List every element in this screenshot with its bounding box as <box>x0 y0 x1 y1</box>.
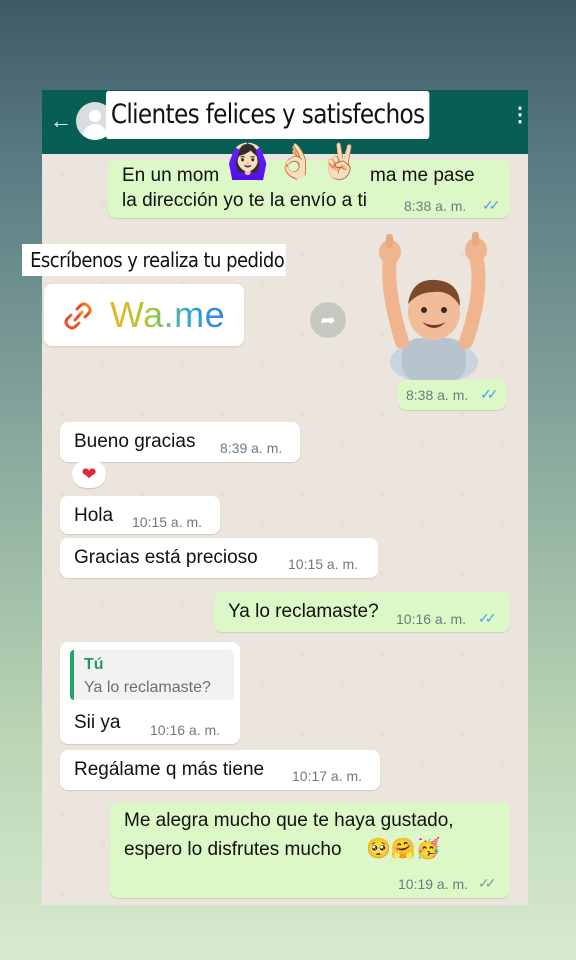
message-bubble-outgoing[interactable]: Ya lo reclamaste? 10:16 a. m. ✓✓ <box>214 592 510 632</box>
woman-gesturing-ok-emoji: 🙆🏻‍♀️ <box>226 143 270 181</box>
double-check-icon: ✓✓ <box>480 386 499 402</box>
message-text: Hola <box>74 505 114 526</box>
message-text: Regálame q más tiene <box>74 759 265 780</box>
wa-me-label-text: Wa.me <box>110 294 226 335</box>
victory-hand-emoji: ✌🏻 <box>318 143 362 181</box>
chat-screen: ← ⋮ En un mom ma me pase la dirección yo… <box>42 90 528 905</box>
double-check-icon: ✓✓ <box>478 875 497 891</box>
message-time: 8:39 a. m. <box>220 440 283 456</box>
message-text: En un mom <box>122 165 220 186</box>
forward-icon[interactable]: ➦ <box>310 302 346 338</box>
message-text-line1-end: ma me pase <box>370 165 475 186</box>
message-time: 10:17 a. m. <box>292 768 363 784</box>
message-bubble-outgoing[interactable]: Me alegra mucho que te haya gustado, esp… <box>110 802 510 898</box>
message-text: la dirección yo te la envío a ti <box>122 190 368 211</box>
sticker-timestamp: 8:38 a. m. ✓✓ <box>398 380 506 410</box>
thumbs-up-baby-sticker[interactable] <box>372 230 492 384</box>
message-text: Gracias está precioso <box>74 547 258 568</box>
ok-hand-emoji: 👌🏻 <box>274 143 318 181</box>
arrow-left-icon[interactable]: ← <box>50 110 72 132</box>
story-title-banner: Clientes felices y satisfechos <box>106 91 430 139</box>
message-time: 10:15 a. m. <box>132 514 203 530</box>
message-time: 8:38 a. m. <box>406 387 469 403</box>
quote-text: Ya lo reclamaste? <box>84 679 211 696</box>
message-time: 8:38 a. m. <box>404 198 467 214</box>
message-bubble-incoming-reply[interactable]: Tú Ya lo reclamaste? Sii ya 10:16 a. m. <box>60 642 240 744</box>
message-text: espero lo disfrutes mucho <box>124 839 342 860</box>
message-text: Ya lo reclamaste? <box>228 601 379 622</box>
message-text: Sii ya <box>74 712 121 733</box>
message-bubble-incoming[interactable]: Gracias está precioso 10:15 a. m. <box>60 538 378 578</box>
wa-me-label[interactable]: Wa.me <box>110 294 225 336</box>
message-emojis: 🥺🤗🥳 <box>366 838 441 860</box>
message-time: 10:16 a. m. <box>150 722 221 738</box>
message-time: 10:16 a. m. <box>396 611 467 627</box>
call-to-action-banner: Escríbenos y realiza tu pedido <box>22 244 286 276</box>
message-time: 10:15 a. m. <box>288 556 359 572</box>
quote-author: Tú <box>84 656 104 673</box>
message-bubble-incoming[interactable]: Hola 10:15 a. m. <box>60 496 220 534</box>
link-icon <box>64 302 92 330</box>
quoted-message[interactable]: Tú Ya lo reclamaste? <box>70 650 234 700</box>
double-check-icon: ✓✓ <box>482 197 501 213</box>
message-time: 10:19 a. m. <box>398 876 469 892</box>
message-bubble-incoming[interactable]: Regálame q más tiene 10:17 a. m. <box>60 750 380 790</box>
more-vertical-icon[interactable]: ⋮ <box>510 105 528 132</box>
heart-reaction-icon[interactable]: ❤ <box>72 460 106 488</box>
message-text: Bueno gracias <box>74 431 196 452</box>
message-text: Me alegra mucho que te haya gustado, <box>124 810 454 831</box>
message-bubble-incoming[interactable]: Bueno gracias 8:39 a. m. <box>60 422 300 462</box>
double-check-icon: ✓✓ <box>478 610 497 626</box>
wa-me-link-card[interactable]: Wa.me <box>44 284 244 346</box>
